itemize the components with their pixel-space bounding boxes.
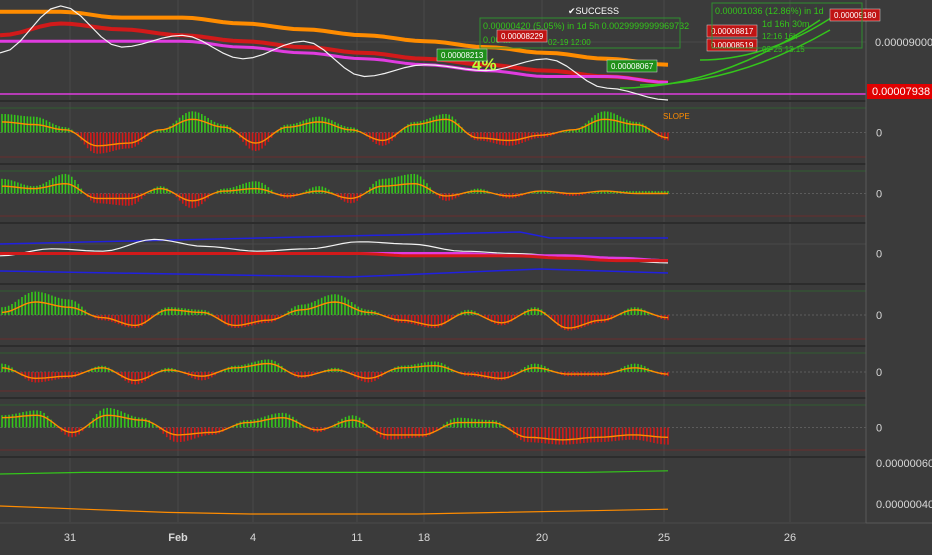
- x-tick-label: 20: [536, 532, 548, 544]
- slope-label: SLOPE: [663, 112, 690, 121]
- success-label: ✔SUCCESS: [568, 6, 619, 16]
- lower-series-orange: [0, 505, 669, 515]
- price-box-label: 0.00009180: [834, 11, 877, 20]
- x-tick-label: 4: [250, 532, 256, 544]
- lower-series-green: [0, 470, 669, 475]
- y-tick-label: 0: [876, 367, 882, 379]
- x-tick-label: Feb: [168, 532, 188, 544]
- chart-svg[interactable]: 31 Feb 4 11 18 20 25 26 0.00009000 0.00007938 0 0 0 0…: [0, 0, 932, 550]
- y-tick-label: 0: [876, 189, 882, 201]
- chart-root: 31 Feb 4 11 18 20 25 26 0.00009000 0.00007938 0 0 0 0…: [0, 0, 932, 550]
- x-tick-label: 11: [351, 532, 362, 544]
- marks-layer: [0, 5, 866, 515]
- price-box-label: 0.00008213: [441, 51, 484, 60]
- lower-channel: [0, 268, 669, 278]
- price-box-label: 0.00008817: [711, 27, 754, 36]
- y-tick-label: 0: [876, 128, 882, 140]
- price-box-label: 0.00008229: [501, 32, 544, 41]
- y-tick-label: 0: [876, 423, 882, 435]
- x-tick-label: 31: [64, 532, 76, 544]
- trade-text-1: 0.00000420 (5.05%) in 1d 5h 0.0029999999…: [483, 21, 689, 31]
- grid-layer: [0, 0, 866, 524]
- price-box-label: 0.00008067: [611, 62, 654, 71]
- annotations-layer: ✔SUCCESS 4% SLOPE 0.00000420 (5.05%) in …: [436, 2, 881, 121]
- upper-channel: [0, 231, 668, 245]
- y-tick-label: 0.00009000: [875, 37, 932, 49]
- trade-text-7: 12:16 16h: [762, 32, 798, 41]
- trade-text-4: 02-25 13:15: [762, 45, 805, 54]
- last-price-label: 0.00007938: [872, 86, 930, 98]
- x-tick-label: 25: [658, 532, 670, 544]
- y-tick-label: 0: [876, 310, 882, 322]
- trade-text-3: 02-19 12:00: [548, 38, 591, 47]
- x-tick-label: 26: [784, 532, 796, 544]
- trade-text-6: 1d 16h 30m: [762, 19, 810, 29]
- price-box-label: 0.00008519: [711, 41, 754, 50]
- y-tick-label: 0.00000040: [876, 499, 932, 511]
- signal-line: [2, 182, 668, 202]
- y-tick-label: 0: [876, 249, 882, 261]
- x-tick-label: 18: [418, 532, 430, 544]
- y-tick-label: 0.00000060: [876, 458, 932, 470]
- trade-text-5: 0.00001036 (12.86%) in 1d: [715, 6, 824, 16]
- price-series-magenta: [0, 39, 669, 84]
